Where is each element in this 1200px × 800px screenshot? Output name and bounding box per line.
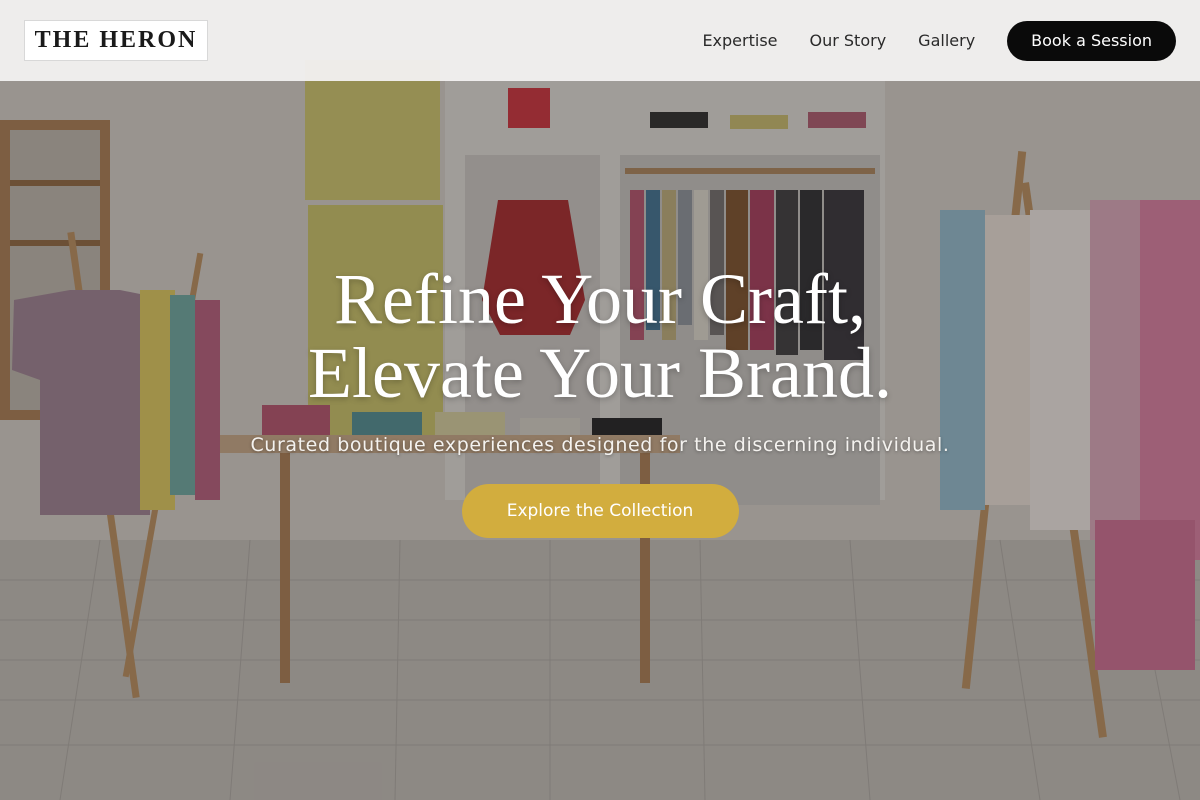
- explore-collection-button[interactable]: Explore the Collection: [461, 484, 739, 538]
- top-navigation-bar: THE HERON Expertise Our Story Gallery Bo…: [0, 0, 1200, 81]
- hero-content: Refine Your Craft, Elevate Your Brand. C…: [0, 262, 1200, 538]
- nav-menu: Expertise Our Story Gallery Book a Sessi…: [702, 20, 1176, 61]
- hero-headline-line-1: Refine Your Craft,: [334, 259, 866, 339]
- nav-link-expertise[interactable]: Expertise: [702, 31, 777, 50]
- brand-logo[interactable]: THE HERON: [24, 20, 208, 61]
- hero-subheadline: Curated boutique experiences designed fo…: [250, 434, 950, 456]
- hero-headline-line-2: Elevate Your Brand.: [308, 333, 892, 413]
- nav-link-our-story[interactable]: Our Story: [810, 31, 887, 50]
- book-session-button[interactable]: Book a Session: [1007, 20, 1176, 61]
- nav-link-gallery[interactable]: Gallery: [918, 31, 975, 50]
- hero-headline: Refine Your Craft, Elevate Your Brand.: [0, 262, 1200, 410]
